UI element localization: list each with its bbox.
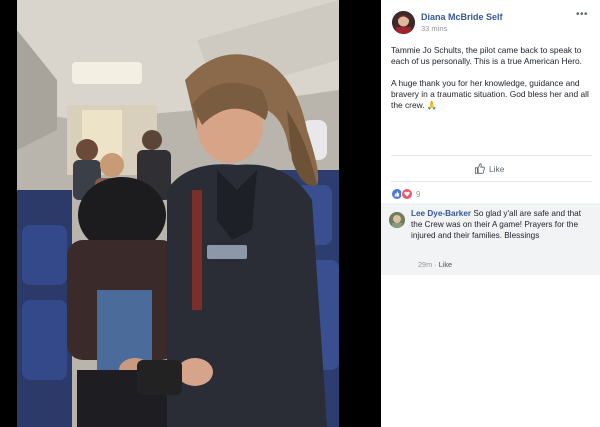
reactions-summary[interactable]: 9 [391, 188, 420, 200]
author-avatar[interactable] [392, 11, 415, 34]
love-reaction-icon [401, 188, 413, 200]
post-photo[interactable] [17, 0, 339, 427]
photo-frame [0, 0, 381, 427]
post-author-name[interactable]: Diana McBride Self [421, 12, 503, 22]
commenter-avatar[interactable] [389, 212, 405, 228]
post-panel: Diana McBride Self 33 mins ••• Tammie Jo… [381, 0, 600, 427]
post-paragraph-2-text: A huge thank you for her knowledge, guid… [391, 78, 589, 110]
comment-body: Lee Dye-Barker So glad y'all are safe an… [411, 208, 587, 241]
comment-meta: 29m · Like [418, 260, 452, 269]
divider [391, 155, 592, 156]
divider [391, 181, 592, 182]
reaction-count: 9 [416, 189, 421, 199]
ellipsis-icon[interactable]: ••• [576, 9, 588, 20]
comment-meta-separator: · [434, 260, 437, 269]
post-paragraph-2: A huge thank you for her knowledge, guid… [391, 78, 594, 111]
thumbs-up-icon [474, 163, 485, 174]
post-paragraph-1: Tammie Jo Schults, the pilot came back t… [391, 45, 583, 66]
praying-hands-icon: 🙏 [426, 100, 438, 110]
comment-timestamp[interactable]: 29m [418, 260, 432, 269]
comment-like-link[interactable]: Like [439, 260, 452, 269]
like-button-label: Like [489, 163, 505, 174]
post-text: Tammie Jo Schults, the pilot came back t… [391, 45, 594, 122]
post-timestamp[interactable]: 33 mins [421, 24, 447, 33]
comment-author[interactable]: Lee Dye-Barker [411, 209, 471, 218]
like-button[interactable]: Like [474, 163, 504, 174]
